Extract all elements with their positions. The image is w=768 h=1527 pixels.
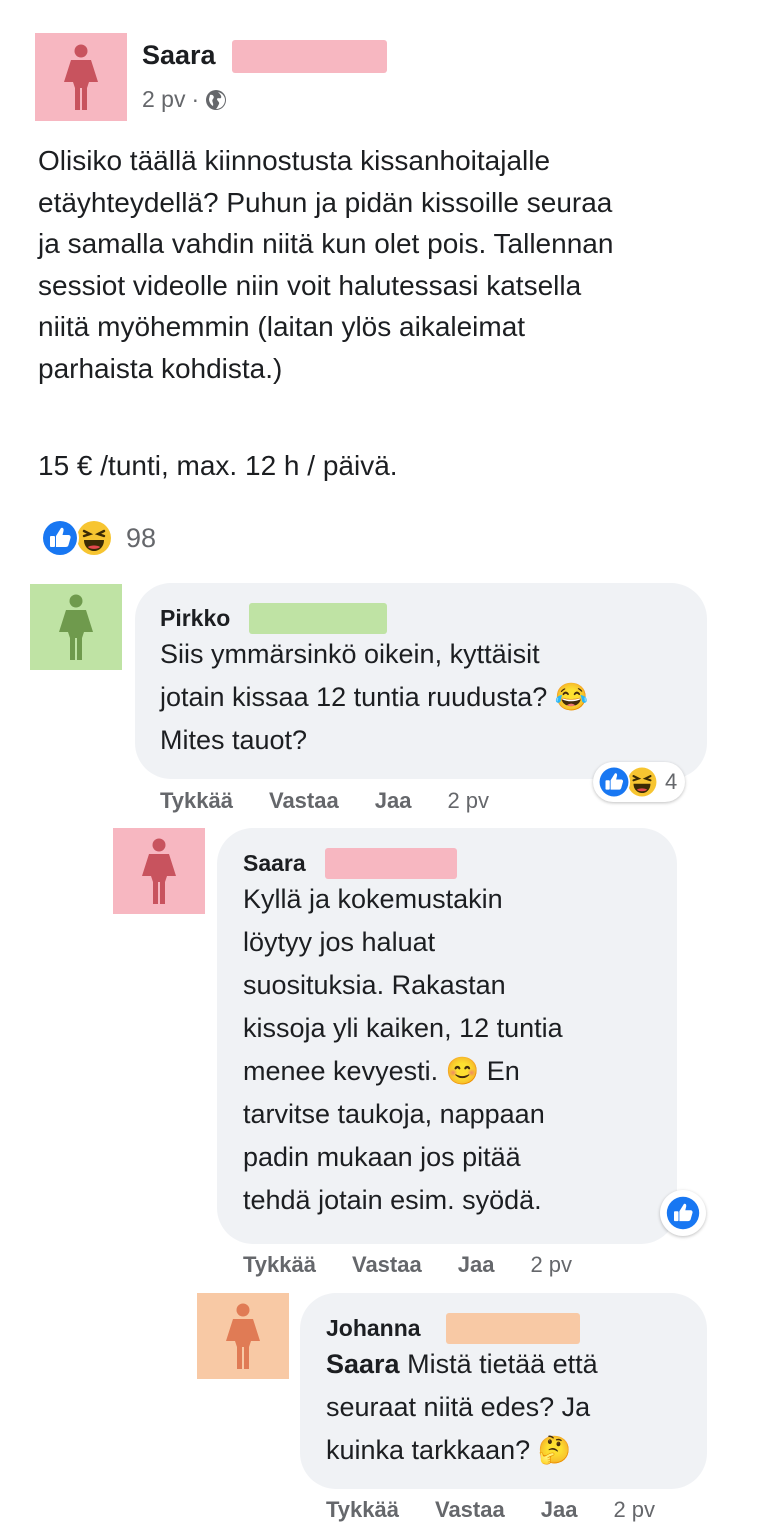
haha-icon (75, 519, 113, 557)
comment-text-line: kissoja yli kaiken, 12 tuntia (243, 1013, 563, 1043)
person-icon (226, 1303, 260, 1369)
comment-text-line: tehdä jotain esim. syödä. (243, 1185, 542, 1215)
comment-text-line: löytyy jos haluat (243, 927, 436, 957)
like-icon (41, 519, 79, 557)
redacted-surname (232, 40, 387, 73)
mention-link[interactable]: Saara (326, 1349, 400, 1379)
comment-text-line: padin mukaan jos pitää (243, 1142, 521, 1172)
share-link[interactable]: Jaa (541, 1497, 578, 1523)
post-text-line: sessiot videolle niin voit halutessasi k… (38, 269, 582, 301)
comment-text-line: tarvitse taukoja, nappaan (243, 1099, 545, 1129)
commenter-avatar[interactable] (113, 828, 205, 914)
post-text-line: parhaista kohdista.) (38, 352, 283, 384)
reply-link[interactable]: Vastaa (435, 1497, 505, 1523)
reply-link[interactable]: Vastaa (269, 788, 339, 814)
comment-time[interactable]: 2 pv (530, 1252, 572, 1278)
comment-text-line: Saara Mistä tietää että (326, 1343, 598, 1386)
person-icon (64, 44, 98, 110)
share-link[interactable]: Jaa (375, 788, 412, 814)
comment-text-line: kuinka tarkkaan? 🤔 (326, 1435, 572, 1465)
post-author-avatar[interactable] (35, 33, 127, 121)
post-text-line: etäyhteydellä? Puhun ja pidän kissoille … (38, 186, 613, 218)
share-link[interactable]: Jaa (458, 1252, 495, 1278)
globe-icon (206, 89, 227, 110)
comment-author-name[interactable]: Pirkko (160, 605, 230, 632)
person-icon (59, 594, 93, 660)
comment-text-line: Mites tauot? (160, 725, 308, 755)
comment-text-line: suosituksia. Rakastan (243, 970, 506, 1000)
redacted-surname (446, 1313, 580, 1344)
like-link[interactable]: Tykkää (326, 1497, 399, 1523)
like-link[interactable]: Tykkää (160, 788, 233, 814)
comment-text-segment: Mistä tietää että (399, 1349, 598, 1379)
like-link[interactable]: Tykkää (243, 1252, 316, 1278)
person-icon (142, 838, 176, 904)
redacted-surname (325, 848, 457, 879)
comment-text-line: seuraat niitä edes? Ja (326, 1392, 591, 1422)
meta-separator: · (191, 86, 200, 112)
comment-author-name[interactable]: Johanna (326, 1315, 421, 1342)
comment-text-line: Kyllä ja kokemustakin (243, 884, 503, 914)
post-time[interactable]: 2 pv (142, 86, 185, 113)
post-reaction-count[interactable]: 98 (126, 523, 156, 554)
comment-reaction-count: 4 (665, 769, 678, 794)
reply-link[interactable]: Vastaa (352, 1252, 422, 1278)
post-reactions[interactable]: 98 (40, 518, 156, 558)
comment-text-line: menee kevyesti. 😊 En (243, 1056, 520, 1086)
post-text: Olisiko täällä kiinnostusta kissanhoitaj… (38, 140, 613, 389)
comment-reactions[interactable]: 4 (593, 762, 686, 802)
post-text-line: Olisiko täällä kiinnostusta kissanhoitaj… (38, 145, 551, 176)
post-author-name[interactable]: Saara (142, 40, 216, 71)
comment-time[interactable]: 2 pv (447, 788, 489, 814)
comment-time[interactable]: 2 pv (613, 1497, 655, 1523)
comment-actions: Tykkää Vastaa Jaa 2 pv (160, 788, 489, 814)
comment-reactions[interactable] (660, 1190, 706, 1236)
post-text-line: ja samalla vahdin niitä kun olet pois. T… (38, 228, 614, 259)
comment-text-line: Siis ymmärsinkö oikein, kyttäisit (160, 639, 540, 669)
commenter-avatar[interactable] (197, 1293, 289, 1379)
comment-text: Saara Mistä tietää että seuraat niitä ed… (326, 1343, 598, 1472)
like-icon (597, 765, 631, 799)
comment-actions: Tykkää Vastaa Jaa 2 pv (243, 1252, 572, 1278)
post-price-line: 15 € /tunti, max. 12 h / päivä. (38, 450, 398, 481)
comment-actions: Tykkää Vastaa Jaa 2 pv (326, 1497, 655, 1523)
commenter-avatar[interactable] (30, 584, 122, 670)
like-icon (666, 1196, 700, 1230)
comment-text-line: jotain kissaa 12 tuntia ruudusta? 😂 (160, 682, 589, 712)
post-text-line: niitä myöhemmin (laitan ylös aikaleimat (38, 311, 526, 342)
comment-text: Siis ymmärsinkö oikein, kyttäisit jotain… (160, 633, 588, 762)
comment-text: Kyllä ja kokemustakin löytyy jos haluat … (243, 878, 563, 1222)
post-meta: 2 pv · (142, 86, 227, 113)
comment-author-name[interactable]: Saara (243, 850, 306, 877)
redacted-surname (249, 603, 387, 634)
